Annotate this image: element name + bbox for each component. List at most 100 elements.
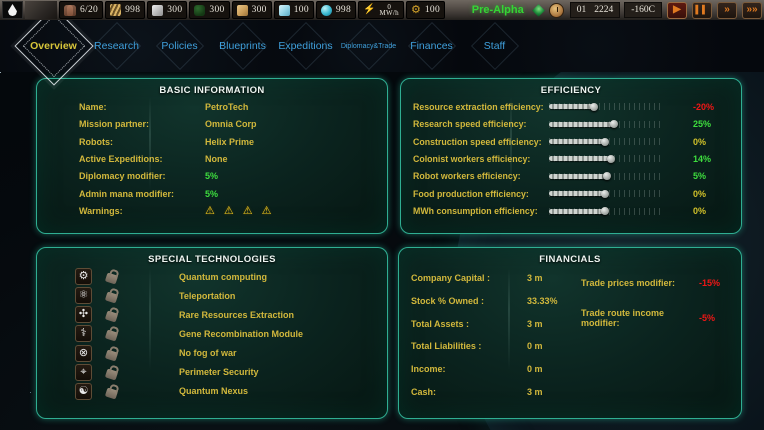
info-row-active-expeditions: Active Expeditions: None	[37, 150, 387, 167]
financials-grid: Company Capital : 3 m Stock % Owned : 33…	[399, 265, 741, 411]
efficiency-slider[interactable]	[549, 154, 661, 163]
warning-icon-1: ⚠	[205, 206, 215, 217]
efficiency-slider[interactable]	[549, 137, 661, 146]
tech-row-perimeter-security: ⌖ Perimeter Security	[37, 363, 387, 382]
gene-icon[interactable]: ⚕	[75, 325, 92, 342]
efficiency-row-robot-workers: Robot workers efficiency: 5%	[401, 168, 741, 185]
sand-icon	[237, 5, 248, 16]
date-day: 01	[577, 5, 587, 15]
efficiency-slider[interactable]	[549, 120, 661, 129]
lock-icon	[105, 330, 118, 342]
slider-thumb[interactable]	[601, 190, 609, 198]
info-row-diplomacy-modifier: Diplomacy modifier: 5%	[37, 168, 387, 185]
energy-value: 0 MW/h	[379, 4, 398, 16]
efficiency-row-research-speed: Research speed efficiency: 25%	[401, 116, 741, 133]
tab-expeditions[interactable]: Expeditions	[274, 20, 337, 72]
fin-row-stock-owned: Stock % Owned : 33.33%	[399, 291, 599, 311]
info-row-name: Name: PetroTech	[37, 98, 387, 115]
resource-colonists: 6/20	[59, 1, 103, 19]
colonists-icon	[64, 5, 76, 16]
efficiency-row-mwh-consumption: MWh consumption efficiency: 0%	[401, 203, 741, 220]
financials-panel: FINANCIALS Company Capital : 3 m Stock %…	[398, 247, 742, 419]
warning-icon-3: ⚠	[243, 206, 253, 217]
crystal-value: 998	[336, 5, 351, 15]
panel-title: SPECIAL TECHNOLOGIES	[37, 248, 387, 265]
temperature-display: -160C	[624, 2, 662, 18]
crossed-eye-icon[interactable]: ⊗	[75, 345, 92, 362]
pause-button[interactable]: ▌▌	[692, 2, 712, 19]
basic-info-rows: Name: PetroTech Mission partner: Omnia C…	[37, 96, 387, 224]
financials-left-column: Company Capital : 3 m Stock % Owned : 33…	[399, 265, 599, 411]
fin-row-company-capital: Company Capital : 3 m	[399, 268, 599, 288]
gear-icon[interactable]: ⚙	[75, 268, 92, 285]
efficiency-row-resource-extraction: Resource extraction efficiency: -20%	[401, 98, 741, 115]
clock-icon	[549, 3, 564, 18]
info-row-mission-partner: Mission partner: Omnia Corp	[37, 115, 387, 132]
efficiency-slider[interactable]	[549, 189, 661, 198]
water-drop-icon	[8, 4, 17, 16]
efficiency-slider[interactable]	[549, 102, 661, 111]
info-row-robots: Robots: Helix Prime	[37, 133, 387, 150]
sand-value: 300	[252, 5, 267, 15]
lock-icon	[105, 349, 118, 361]
fastest-forward-button[interactable]: »»	[742, 2, 762, 19]
panel-title: FINANCIALS	[399, 248, 741, 265]
ice-icon	[279, 5, 290, 16]
resource-sand: 300	[232, 1, 272, 19]
top-resource-bar: 6/20 998 300 300 300 100 998 ⚡	[0, 0, 764, 20]
atom-icon[interactable]: ⚛	[75, 287, 92, 304]
antenna-icon[interactable]: ⌖	[75, 364, 92, 381]
lock-icon	[105, 292, 118, 304]
tab-overview[interactable]: Overview	[22, 20, 85, 72]
colonists-value: 6/20	[80, 5, 98, 15]
tab-policies[interactable]: Policies	[148, 20, 211, 72]
resource-crystal: 998	[316, 1, 356, 19]
slider-thumb[interactable]	[590, 103, 598, 111]
stone-icon	[152, 5, 163, 16]
resource-ice: 100	[274, 1, 314, 19]
warning-icon-2: ⚠	[224, 206, 234, 217]
slider-thumb[interactable]	[607, 155, 615, 163]
resource-gold: ⚙ 100	[406, 1, 445, 19]
biomass-icon	[194, 5, 205, 16]
efficiency-row-food-production: Food production efficiency: 0%	[401, 185, 741, 202]
play-button[interactable]: ▶	[667, 2, 687, 19]
warning-icons: ⚠ ⚠ ⚠ ⚠	[205, 206, 272, 217]
tab-staff[interactable]: Staff	[463, 20, 526, 72]
tab-blueprints[interactable]: Blueprints	[211, 20, 274, 72]
efficiency-slider[interactable]	[549, 172, 661, 181]
efficiency-panel: EFFICIENCY Resource extraction efficienc…	[400, 78, 742, 234]
tab-finances[interactable]: Finances	[400, 20, 463, 72]
fin-row-trade-route-income-modifier: Trade route income modifier: -5%	[581, 306, 743, 330]
date-year: 2224	[594, 5, 613, 15]
terrain-thumbnail	[25, 1, 57, 19]
tab-diplomacy-trade[interactable]: Diplomacy&Trade	[337, 20, 400, 72]
resource-energy: ⚡ 0 MW/h	[358, 1, 404, 19]
fin-row-income: Income: 0 m	[399, 359, 599, 379]
starfield	[0, 72, 1, 73]
tech-row-rare-resources-extraction: ✣ Rare Resources Extraction	[37, 305, 387, 324]
slider-thumb[interactable]	[601, 138, 609, 146]
ice-value: 100	[294, 5, 309, 15]
resource-biomass: 300	[189, 1, 229, 19]
lock-icon	[105, 273, 118, 285]
stone-value: 300	[167, 5, 182, 15]
warning-icon-4: ⚠	[262, 206, 272, 217]
info-row-warnings: Warnings: ⚠ ⚠ ⚠ ⚠	[37, 203, 387, 220]
tab-research[interactable]: Research	[85, 20, 148, 72]
panel-title: EFFICIENCY	[401, 79, 741, 96]
special-tech-rows: ⚙ Quantum computing ⚛ Teleportation ✣ Ra…	[37, 265, 387, 407]
spiral-icon[interactable]: ☯	[75, 383, 92, 400]
efficiency-slider[interactable]	[549, 207, 661, 216]
panel-title: BASIC INFORMATION	[37, 79, 387, 96]
wheat-icon	[110, 4, 121, 16]
tech-row-quantum-nexus: ☯ Quantum Nexus	[37, 382, 387, 401]
tab-strip: Overview Research Policies Blueprints Ex…	[22, 20, 526, 72]
gold-value: 100	[425, 5, 440, 15]
tech-row-no-fog-of-war: ⊗ No fog of war	[37, 344, 387, 363]
fast-forward-button[interactable]: »	[717, 2, 737, 19]
fan-icon[interactable]: ✣	[75, 306, 92, 323]
crystal-icon	[321, 5, 332, 16]
lock-icon	[105, 368, 118, 380]
food-value: 998	[125, 5, 140, 15]
